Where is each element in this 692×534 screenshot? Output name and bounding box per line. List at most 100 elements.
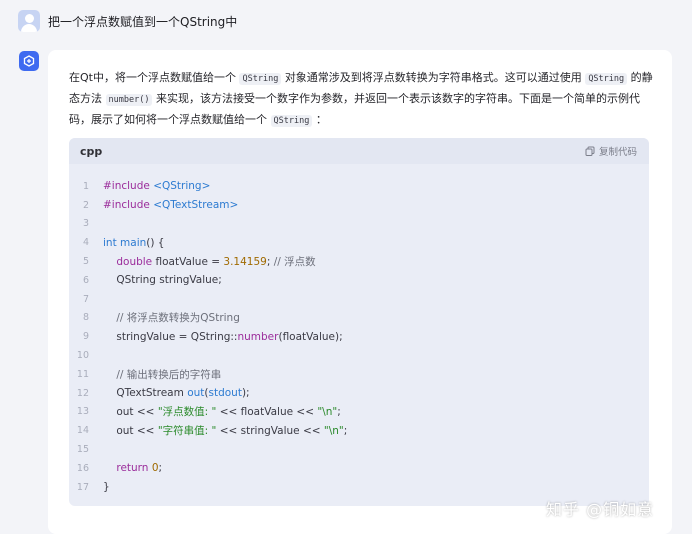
- code-token: }: [103, 481, 110, 494]
- code-token: << floatValue <<: [216, 406, 318, 419]
- code-text: #include <QTextStream>: [103, 199, 238, 211]
- inline-code: QString: [270, 115, 313, 127]
- code-header: cpp 复制代码: [69, 138, 649, 164]
- code-line: 3: [69, 215, 649, 234]
- code-token: ;: [158, 462, 163, 475]
- code-line: 2 #include <QTextStream>: [69, 196, 649, 215]
- code-token: ;: [343, 425, 348, 438]
- code-token: floatValue =: [152, 256, 224, 269]
- code-text: QString stringValue;: [103, 274, 222, 287]
- line-number: 2: [82, 199, 89, 211]
- code-token: out: [187, 387, 205, 400]
- code-text: // 将浮点数转换为QString: [103, 310, 240, 325]
- answer-text: 在Qt中，将一个浮点数赋值给一个: [69, 71, 236, 84]
- code-text: int main() {: [103, 237, 165, 249]
- line-number: 3: [82, 218, 89, 230]
- code-line: 17}: [69, 478, 649, 497]
- line-number: 17: [76, 481, 89, 493]
- code-text: }: [103, 481, 110, 493]
- code-line: 11 // 输出转换后的字符串: [69, 365, 649, 384]
- code-token: out <<: [103, 406, 158, 419]
- code-token: );: [241, 387, 250, 400]
- code-token: stdout: [208, 387, 242, 400]
- code-token: "浮点数值: ": [157, 406, 217, 419]
- line-number: 6: [82, 274, 89, 286]
- code-line: 15: [69, 440, 649, 459]
- code-body: 1 #include <QString> 2 #include <QTextStrea…: [69, 164, 649, 497]
- line-number: 10: [76, 350, 89, 362]
- code-line: 14 out << "字符串值: " << stringValue << "\n…: [69, 421, 649, 440]
- code-token: <QString>: [153, 180, 211, 193]
- inline-code: number(): [105, 94, 153, 106]
- code-token: // 将浮点数转换为QString: [116, 312, 240, 325]
- answer-text: ：: [315, 113, 327, 126]
- code-token: main: [120, 236, 147, 249]
- code-text: return 0;: [103, 462, 162, 474]
- copy-code-label: 复制代码: [598, 147, 637, 158]
- code-text: out << "字符串值: " << stringValue << "\n";: [103, 423, 347, 438]
- code-token: () {: [146, 236, 165, 249]
- code-token: #include: [103, 180, 154, 193]
- code-language-label: cpp: [80, 144, 103, 158]
- line-number: 7: [82, 293, 89, 305]
- code-line: 7: [69, 290, 649, 309]
- line-number: 5: [82, 256, 89, 268]
- code-line: 12 QTextStream out(stdout);: [69, 384, 649, 403]
- line-number: 12: [76, 387, 89, 399]
- code-token: "字符串值: ": [157, 425, 217, 438]
- code-token: QString stringValue;: [103, 274, 222, 287]
- line-number: 14: [76, 425, 89, 437]
- code-token: << stringValue <<: [216, 425, 324, 438]
- code-text: double floatValue = 3.14159; // 浮点数: [103, 254, 316, 269]
- code-text: stringValue = QString::number(floatValue…: [103, 330, 343, 343]
- code-token: QTextStream: [103, 387, 188, 400]
- code-token: ;: [337, 406, 341, 419]
- copy-code-button[interactable]: 复制代码: [585, 144, 637, 158]
- user-avatar-icon: [18, 10, 40, 32]
- code-line: 4 int main() {: [69, 233, 649, 252]
- code-token: "\n": [323, 425, 344, 438]
- code-token: 3.14159: [223, 256, 267, 269]
- line-number: 13: [76, 406, 89, 418]
- watermark: 知乎 @铜如意: [546, 500, 655, 519]
- code-line: 10: [69, 346, 649, 365]
- line-number: 8: [82, 312, 89, 324]
- code-text: #include <QString>: [103, 180, 210, 192]
- line-number: 1: [82, 180, 89, 192]
- inline-code: QString: [585, 73, 628, 85]
- code-line: 6 QString stringValue;: [69, 271, 649, 290]
- code-token: ;: [266, 256, 274, 269]
- answer-card: 在Qt中，将一个浮点数赋值给一个 QString 对象通常涉及到将浮点数转换为字…: [48, 50, 672, 534]
- code-line: 9 stringValue = QString::number(floatVal…: [69, 327, 649, 346]
- code-token: #include: [103, 199, 154, 212]
- code-token: (floatValue);: [278, 330, 343, 343]
- code-token: stringValue = QString::: [103, 330, 238, 343]
- code-token: double: [116, 256, 153, 269]
- line-number: 16: [76, 462, 89, 474]
- copy-icon: [585, 146, 595, 156]
- code-token: // 输出转换后的字符串: [116, 368, 222, 381]
- code-line: 13 out << "浮点数值: " << floatValue << "\n"…: [69, 403, 649, 422]
- code-line: 5 double floatValue = 3.14159; // 浮点数: [69, 252, 649, 271]
- ai-assistant-icon: [19, 51, 39, 71]
- line-number: 15: [76, 444, 89, 456]
- code-token: out <<: [103, 425, 158, 438]
- code-text: // 输出转换后的字符串: [103, 367, 221, 382]
- code-text: QTextStream out(stdout);: [103, 387, 250, 400]
- inline-code: QString: [239, 73, 282, 85]
- code-line: 1 #include <QString>: [69, 177, 649, 196]
- code-token: // 浮点数: [273, 256, 316, 269]
- code-token: 0: [151, 462, 159, 475]
- line-number: 4: [82, 237, 89, 249]
- line-number: 9: [82, 331, 89, 343]
- line-number: 11: [76, 368, 89, 380]
- code-line: 8 // 将浮点数转换为QString: [69, 309, 649, 328]
- answer-text: 对象通常涉及到将浮点数转换为字符串格式。这可以通过使用: [284, 71, 582, 84]
- code-token: <QTextStream>: [153, 199, 239, 212]
- user-message: 把一个浮点数赋值到一个QString中: [18, 9, 237, 33]
- answer-paragraph: 在Qt中，将一个浮点数赋值给一个 QString 对象通常涉及到将浮点数转换为字…: [69, 68, 653, 131]
- code-token: int: [103, 236, 121, 249]
